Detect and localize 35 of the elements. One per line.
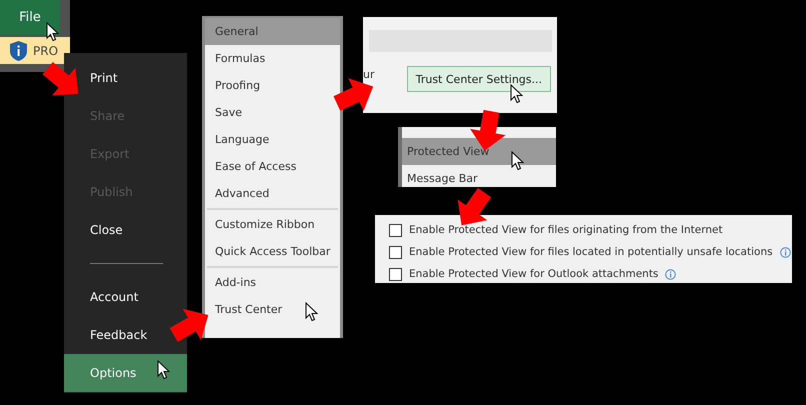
options-nav-item[interactable]: Ease of Access — [205, 153, 340, 180]
checkbox-label: Enable Protected View for files located in potentially unsafe locations — [409, 246, 773, 258]
options-nav-item[interactable]: Quick Access Toolbar — [205, 238, 340, 265]
trust-center-nav-item[interactable]: Message Bar — [402, 165, 556, 187]
cursor-icon — [511, 151, 524, 171]
cursor-icon — [305, 302, 318, 322]
options-nav-item[interactable]: Language — [205, 126, 340, 153]
options-nav-item[interactable]: Add-ins — [205, 269, 340, 296]
checkbox-label: Enable Protected View for files originating from the Internet — [409, 224, 723, 236]
checkbox[interactable] — [389, 268, 402, 280]
cursor-icon — [157, 360, 170, 380]
options-nav-item[interactable]: Customize Ribbon — [205, 211, 340, 238]
backstage-menu-item[interactable]: Account — [90, 278, 138, 316]
backstage-menu-item[interactable]: Close — [90, 211, 123, 249]
checkbox[interactable] — [389, 224, 402, 236]
options-nav-item[interactable]: Advanced — [205, 180, 340, 207]
checkbox-label: Enable Protected View for Outlook attachments — [409, 268, 658, 280]
info-icon[interactable] — [665, 268, 676, 280]
options-nav-item[interactable]: General — [205, 18, 340, 45]
options-nav-item[interactable]: Trust Center — [205, 296, 340, 323]
backstage-menu-item[interactable]: Feedback — [90, 316, 148, 354]
trust-center-settings-button[interactable]: Trust Center Settings... — [406, 66, 551, 92]
options-nav-item[interactable]: Formulas — [205, 45, 340, 72]
options-nav-item[interactable]: Proofing — [205, 72, 340, 99]
info-icon[interactable] — [780, 246, 791, 258]
description-text: ur — [363, 68, 374, 80]
backstage-menu-item[interactable]: Options — [64, 354, 187, 392]
cursor-icon — [510, 84, 523, 104]
info-bar-text: PRO — [33, 44, 58, 58]
options-nav-item[interactable]: Save — [205, 99, 340, 126]
file-tab[interactable]: File — [0, 0, 60, 35]
shield-icon — [10, 40, 27, 60]
backstage-menu-item[interactable]: Print — [90, 59, 118, 97]
checkbox[interactable] — [389, 246, 402, 258]
cursor-icon — [46, 22, 59, 42]
